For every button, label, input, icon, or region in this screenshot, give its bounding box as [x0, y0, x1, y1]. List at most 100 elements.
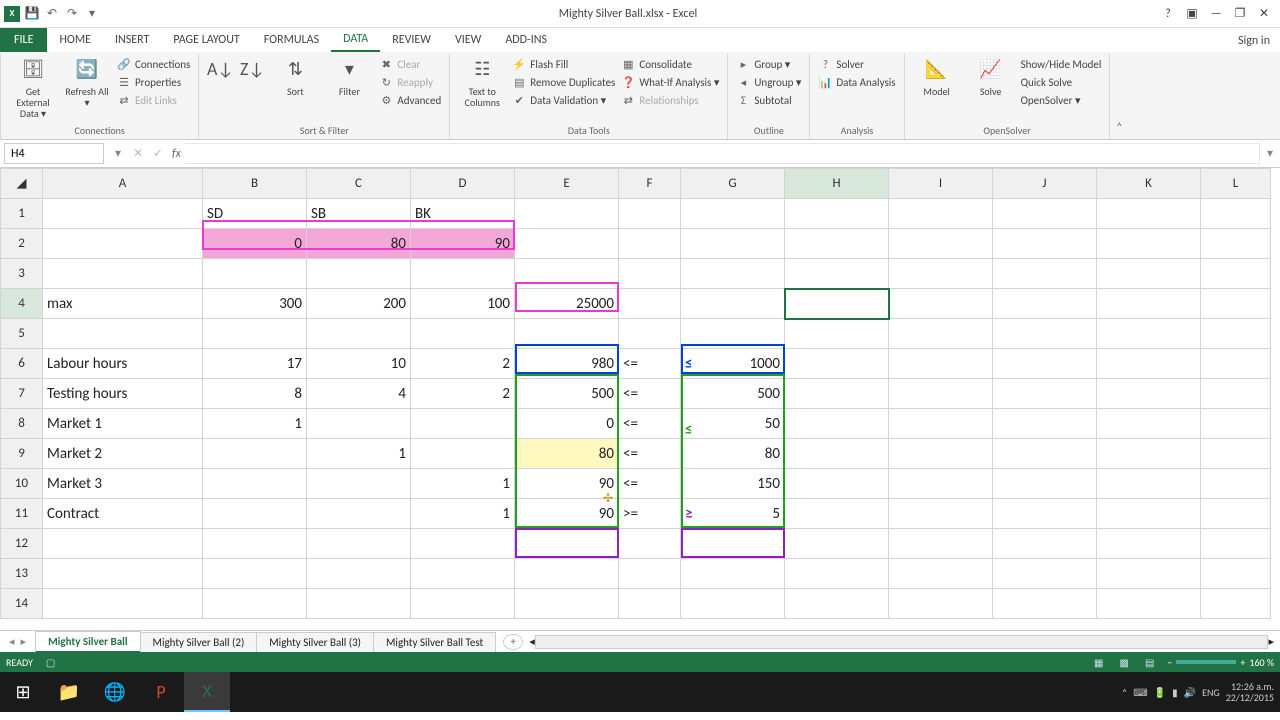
clock[interactable]: 12:26 a.m.22/12/2015 [1226, 681, 1274, 703]
sheet-tab-3[interactable]: Mighty Silver Ball (3) [256, 632, 374, 652]
cell-G6[interactable]: ≤1000 [681, 349, 785, 379]
cell-E9[interactable]: 80 [515, 439, 619, 469]
save-icon[interactable]: 💾 [24, 6, 40, 22]
cell-A6[interactable]: Labour hours [43, 349, 203, 379]
col-C[interactable]: C [307, 169, 411, 199]
row-13[interactable]: 13 [1, 559, 43, 589]
start-button[interactable]: ⊞ [0, 672, 46, 712]
row-14[interactable]: 14 [1, 589, 43, 619]
col-L[interactable]: L [1201, 169, 1271, 199]
cell-C7[interactable]: 4 [307, 379, 411, 409]
file-explorer-button[interactable]: 📁 [46, 672, 92, 712]
cell-F7[interactable]: <= [619, 379, 681, 409]
cell-E11[interactable]: 90 [515, 499, 619, 529]
zoom-control[interactable]: − + 160 % [1167, 656, 1274, 669]
ribbon-options-icon[interactable]: ▣ [1182, 4, 1202, 24]
tab-view[interactable]: VIEW [443, 28, 493, 52]
cell-D2[interactable]: 90 [411, 229, 515, 259]
opensolver-model-button[interactable]: 📐Model [913, 56, 961, 97]
cell-F9[interactable]: <= [619, 439, 681, 469]
col-B[interactable]: B [203, 169, 307, 199]
text-to-columns-button[interactable]: ☷Text to Columns [458, 56, 506, 108]
cell-F8[interactable]: <= [619, 409, 681, 439]
cancel-icon[interactable]: ✕ [128, 146, 148, 161]
cell-H4[interactable] [785, 289, 889, 319]
battery-icon[interactable]: 🔋 [1154, 686, 1166, 699]
undo-icon[interactable]: ↶ [44, 6, 60, 22]
sheet-nav[interactable]: ◂▸ [0, 635, 35, 648]
system-tray[interactable]: ˄ ⌨ 🔋 ▮ 🔊 ENG 12:26 a.m.22/12/2015 [1122, 681, 1280, 703]
row-5[interactable]: 5 [1, 319, 43, 349]
cell-C9[interactable]: 1 [307, 439, 411, 469]
filter-button[interactable]: ▾Filter [325, 56, 373, 97]
chrome-button[interactable]: 🌐 [92, 672, 138, 712]
redo-icon[interactable]: ↷ [64, 6, 80, 22]
close-icon[interactable]: ✕ [1254, 4, 1274, 24]
group-button[interactable]: ▸Group ▾ [736, 56, 801, 73]
tab-file[interactable]: FILE [0, 28, 47, 52]
cell-D11[interactable]: 1 [411, 499, 515, 529]
remove-duplicates-button[interactable]: ▤Remove Duplicates [512, 74, 615, 91]
row-4[interactable]: 4 [1, 289, 43, 319]
cell-E8[interactable]: 0 [515, 409, 619, 439]
properties-button[interactable]: ☰Properties [117, 74, 190, 91]
row-3[interactable]: 3 [1, 259, 43, 289]
flash-fill-button[interactable]: ⚡Flash Fill [512, 56, 615, 73]
sheet-tab-4[interactable]: Mighty Silver Ball Test [373, 632, 496, 652]
cell-D4[interactable]: 100 [411, 289, 515, 319]
whatif-button[interactable]: ❓What-If Analysis ▾ [621, 74, 719, 91]
ungroup-button[interactable]: ◂Ungroup ▾ [736, 74, 801, 91]
cell-A10[interactable]: Market 3 [43, 469, 203, 499]
data-analysis-button[interactable]: 📊Data Analysis [818, 74, 895, 91]
cell-C6[interactable]: 10 [307, 349, 411, 379]
sort-desc-button[interactable]: Z↓ [239, 56, 265, 86]
language-indicator[interactable]: ENG [1202, 686, 1220, 699]
excel-button[interactable]: X [184, 672, 230, 712]
tray-up-icon[interactable]: ˄ [1122, 686, 1127, 699]
restore-icon[interactable]: ❐ [1230, 4, 1250, 24]
fx-icon[interactable]: fx [168, 147, 185, 161]
horizontal-scrollbar[interactable]: ◂▸ [523, 635, 1280, 649]
tab-home[interactable]: HOME [47, 28, 103, 52]
name-box[interactable] [4, 143, 104, 164]
cell-F11[interactable]: >= [619, 499, 681, 529]
subtotal-button[interactable]: ΣSubtotal [736, 92, 801, 109]
sort-button[interactable]: ⇅Sort [271, 56, 319, 97]
row-12[interactable]: 12 [1, 529, 43, 559]
relationships-button[interactable]: ⇄Relationships [621, 92, 719, 109]
tab-pagelayout[interactable]: PAGE LAYOUT [161, 28, 251, 52]
help-icon[interactable]: ? [1158, 4, 1178, 24]
opensolver-solve-button[interactable]: 📈Solve [967, 56, 1015, 97]
col-F[interactable]: F [619, 169, 681, 199]
cell-F10[interactable]: <= [619, 469, 681, 499]
sheet-tab-2[interactable]: Mighty Silver Ball (2) [140, 632, 258, 652]
reapply-button[interactable]: ↻Reapply [379, 74, 441, 91]
row-2[interactable]: 2 [1, 229, 43, 259]
col-H[interactable]: H [785, 169, 889, 199]
formula-input[interactable] [185, 143, 1260, 164]
namebox-dropdown-icon[interactable]: ▾ [108, 146, 128, 161]
network-icon[interactable]: ▮ [1172, 686, 1178, 699]
row-6[interactable]: 6 [1, 349, 43, 379]
quick-solve-button[interactable]: Quick Solve [1021, 74, 1102, 91]
sign-in-link[interactable]: Sign in [1228, 30, 1280, 52]
cell-B4[interactable]: 300 [203, 289, 307, 319]
cell-A4[interactable]: max [43, 289, 203, 319]
cell-A8[interactable]: Market 1 [43, 409, 203, 439]
expand-formula-icon[interactable]: ▾ [1260, 146, 1280, 161]
row-1[interactable]: 1 [1, 199, 43, 229]
cell-G9[interactable]: 80 [681, 439, 785, 469]
cell-B1[interactable]: SD [203, 199, 307, 229]
zoom-out-icon[interactable]: − [1167, 656, 1172, 669]
collapse-ribbon-button[interactable]: ˄ [1110, 54, 1128, 139]
volume-icon[interactable]: 🔊 [1184, 686, 1196, 699]
row-7[interactable]: 7 [1, 379, 43, 409]
view-layout-icon[interactable]: ▩ [1117, 656, 1132, 669]
row-10[interactable]: 10 [1, 469, 43, 499]
col-E[interactable]: E [515, 169, 619, 199]
worksheet-grid[interactable]: ◢ A B C D E F G H I J K L 1SDSBBK 208090… [0, 168, 1280, 630]
cell-B7[interactable]: 8 [203, 379, 307, 409]
cell-G10[interactable]: 150 [681, 469, 785, 499]
cell-E7[interactable]: 500 [515, 379, 619, 409]
cell-E6[interactable]: 980 [515, 349, 619, 379]
